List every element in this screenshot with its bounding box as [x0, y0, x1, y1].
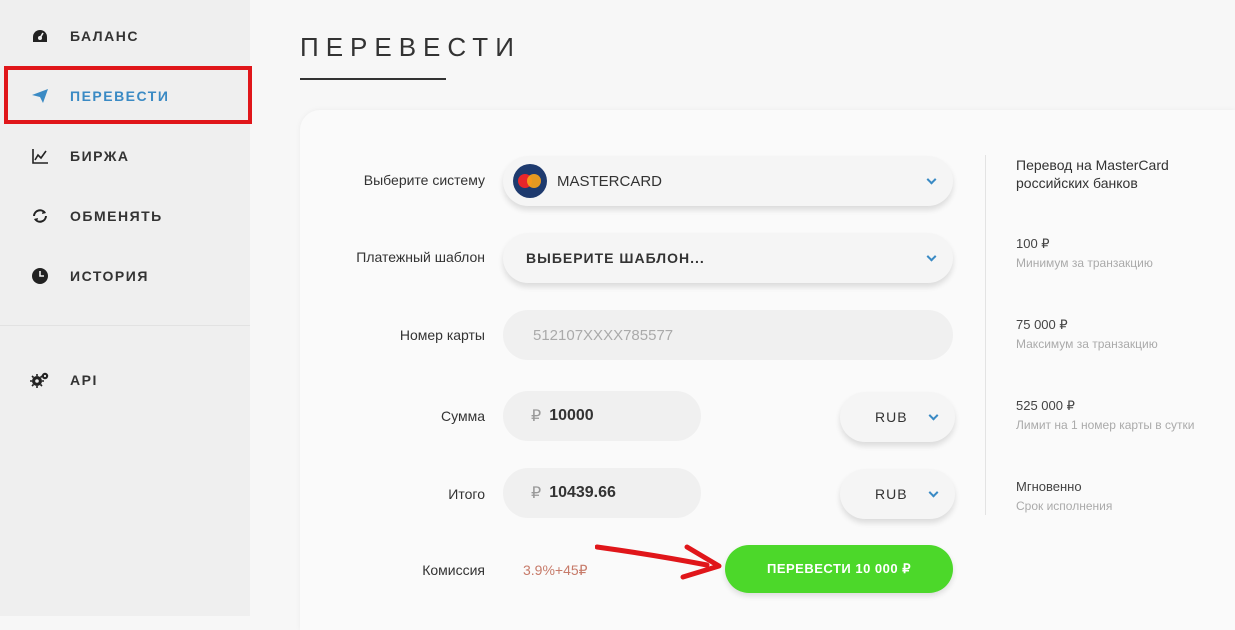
card-number-label: Номер карты [399, 327, 485, 343]
info-title: Перевод на MasterCard российских банков [1016, 157, 1169, 191]
chevron-down-icon [928, 487, 939, 498]
info-limit-desc: Лимит на 1 номер карты в сутки [1016, 418, 1195, 432]
sidebar-item-label: ИСТОРИЯ [70, 268, 149, 284]
highlight-box [4, 66, 252, 124]
total-value: 10439.66 [549, 484, 616, 501]
sidebar-item-label: API [70, 372, 98, 388]
chevron-down-icon [926, 251, 937, 262]
info-divider [985, 155, 986, 515]
page-title: ПЕРЕВЕСТИ [300, 32, 521, 62]
info-speed-desc: Срок исполнения [1016, 499, 1113, 513]
system-value: MASTERCARD [557, 172, 663, 190]
info-max-desc: Максимум за транзакцию [1016, 337, 1158, 351]
amount-label: Сумма [441, 408, 485, 424]
sidebar-item-label: ОБМЕНЯТЬ [70, 208, 163, 224]
dashboard-icon [30, 26, 50, 46]
amount-input[interactable]: ₽ 10000 [503, 391, 701, 441]
card-number-input[interactable]: 512107XXXX785577 [503, 310, 953, 360]
info-limit-value: 525 000 ₽ [1016, 398, 1075, 413]
sidebar-item-label: БАЛАНС [70, 28, 139, 44]
sidebar-item-api[interactable]: API [0, 350, 250, 410]
amount-currency-select[interactable]: RUB [840, 392, 955, 442]
template-label: Платежный шаблон [356, 249, 485, 265]
clock-icon [30, 266, 50, 286]
total-currency-select[interactable]: RUB [840, 469, 955, 519]
ruble-symbol: ₽ [531, 485, 542, 502]
sidebar: БАЛАНС ПЕРЕВЕСТИ БИРЖА ОБМЕНЯТЬ ИСТОРИЯ … [0, 0, 252, 616]
chevron-down-icon [926, 174, 937, 185]
card-number-placeholder: 512107XXXX785577 [533, 326, 674, 344]
exchange-icon [30, 206, 50, 226]
sidebar-item-exchange-market[interactable]: БИРЖА [0, 126, 250, 186]
transfer-submit-button[interactable]: ПЕРЕВЕСТИ 10 000 ₽ [725, 545, 953, 593]
mastercard-logo-icon [513, 164, 547, 198]
total-currency-value: RUB [875, 486, 908, 502]
title-underline [300, 78, 446, 80]
system-label: Выберите систему [363, 172, 485, 188]
template-select[interactable]: ВЫБЕРИТЕ ШАБЛОН... [503, 233, 953, 283]
gears-icon [30, 370, 50, 390]
commission-label: Комиссия [422, 562, 485, 578]
commission-value: 3.9%+45₽ [523, 562, 588, 578]
info-speed-value: Мгновенно [1016, 479, 1082, 494]
template-value: ВЫБЕРИТЕ ШАБЛОН... [526, 250, 705, 266]
total-label: Итого [448, 486, 485, 502]
info-min-desc: Минимум за транзакцию [1016, 256, 1153, 270]
amount-currency-value: RUB [875, 409, 908, 425]
total-input[interactable]: ₽ 10439.66 [503, 468, 701, 518]
amount-value: 10000 [549, 407, 594, 424]
system-select[interactable]: MASTERCARD [503, 156, 953, 206]
red-arrow-icon [595, 544, 722, 580]
info-min-value: 100 ₽ [1016, 236, 1050, 251]
sidebar-divider [0, 325, 250, 326]
sidebar-item-history[interactable]: ИСТОРИЯ [0, 246, 250, 306]
sidebar-item-balance[interactable]: БАЛАНС [0, 6, 250, 66]
chevron-down-icon [928, 410, 939, 421]
ruble-symbol: ₽ [531, 408, 542, 425]
sidebar-item-swap[interactable]: ОБМЕНЯТЬ [0, 186, 250, 246]
info-max-value: 75 000 ₽ [1016, 317, 1068, 332]
chart-icon [30, 146, 50, 166]
sidebar-item-label: БИРЖА [70, 148, 130, 164]
